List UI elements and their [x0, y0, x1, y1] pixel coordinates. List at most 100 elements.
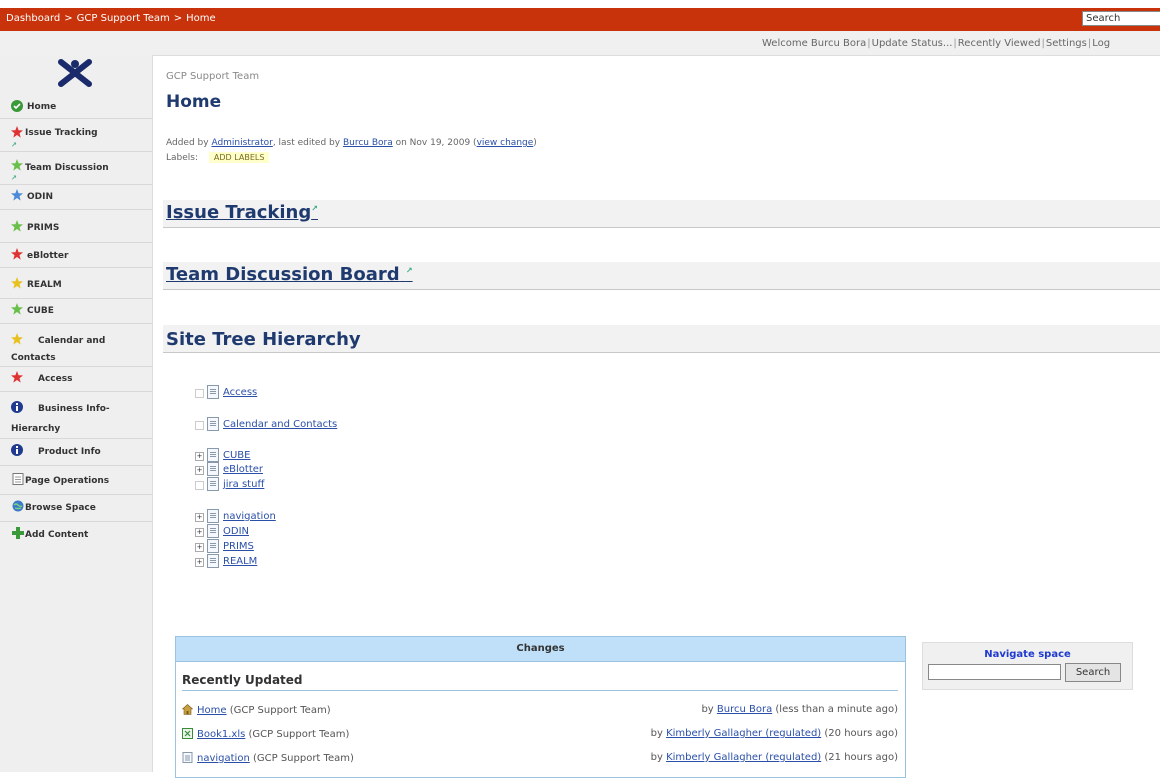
sidebar: Home Issue Tracking ↗ Team Discussion ↗ …	[0, 55, 153, 772]
section-team-discussion: Team Discussion Board ↗	[163, 262, 1160, 290]
sidebar-item-browse-space[interactable]: Browse Space	[0, 495, 152, 522]
sidebar-item-eblotter[interactable]: eBlotter	[0, 243, 152, 268]
editor-link[interactable]: Burcu Bora	[343, 138, 393, 148]
tree-link[interactable]: eBlotter	[223, 464, 263, 475]
change-author-link[interactable]: Kimberly Gallagher (regulated)	[666, 728, 821, 739]
navigate-space-title: Navigate space	[984, 649, 1071, 660]
change-title-link[interactable]: Home	[197, 705, 227, 716]
changes-header: Changes	[176, 637, 905, 662]
navigate-space-input[interactable]	[928, 664, 1061, 680]
navigate-space-search-button[interactable]: Search	[1065, 663, 1121, 682]
page-icon	[207, 417, 219, 431]
external-link-icon: ↗	[11, 174, 17, 182]
sidebar-item-issue-tracking[interactable]: Issue Tracking ↗	[0, 119, 152, 152]
view-change-link[interactable]: view change	[477, 138, 534, 148]
sidebar-item-product-info[interactable]: Product Info	[0, 439, 152, 466]
sidebar-item-calendar-and-contacts[interactable]: Calendar and Contacts	[0, 324, 152, 367]
info-icon	[11, 444, 23, 456]
tree-link[interactable]: navigation	[223, 511, 276, 522]
log-link[interactable]: Log	[1092, 38, 1110, 49]
sidebar-item-realm[interactable]: REALM	[0, 268, 152, 299]
page-icon	[207, 524, 219, 538]
sidebar-item-page-operations[interactable]: Page Operations	[0, 466, 152, 495]
expand-toggle[interactable]: +	[195, 513, 204, 522]
welcome-text: Welcome Burcu Bora	[762, 38, 867, 49]
page-icon	[207, 554, 219, 568]
star-icon	[11, 159, 23, 171]
add-labels-button[interactable]: ADD LABELS	[208, 152, 270, 163]
star-icon	[11, 248, 23, 260]
tree-link[interactable]: PRIMS	[223, 541, 254, 552]
author-link[interactable]: Administrator	[211, 138, 272, 148]
sidebar-item-team-discussion[interactable]: Team Discussion ↗	[0, 152, 152, 185]
sidebar-item-add-content[interactable]: Add Content	[0, 522, 152, 548]
page-meta: Added by Administrator, last edited by B…	[166, 138, 537, 148]
sidebar-item-label: Business Info-	[38, 404, 110, 414]
changes-panel: Changes Recently Updated Home (GCP Suppo…	[175, 636, 906, 778]
section-site-tree: Site Tree Hierarchy	[163, 325, 1160, 353]
page-icon	[207, 509, 219, 523]
sidebar-item-label: Product Info	[38, 447, 101, 457]
sidebar-item-label: Calendar and	[38, 336, 106, 346]
expand-toggle	[195, 389, 204, 398]
expand-toggle[interactable]: +	[195, 452, 204, 461]
sidebar-item-home[interactable]: Home	[0, 96, 152, 119]
change-author-link[interactable]: Kimberly Gallagher (regulated)	[666, 752, 821, 763]
tree-link[interactable]: Calendar and Contacts	[223, 419, 337, 430]
tree-link[interactable]: jira stuff	[223, 479, 264, 490]
top-bar: Dashboard > GCP Support Team > Home Search	[0, 8, 1160, 31]
breadcrumb-space[interactable]: GCP Support Team	[77, 13, 170, 24]
global-search-input[interactable]: Search	[1082, 11, 1160, 26]
sidebar-item-access[interactable]: Access	[0, 367, 152, 392]
list-item: Home (GCP Support Team) by Burcu Bora (l…	[182, 704, 898, 718]
sidebar-item-odin[interactable]: ODIN	[0, 185, 152, 210]
sidebar-item-prims[interactable]: PRIMS	[0, 210, 152, 243]
main-content: GCP Support Team Home Added by Administr…	[153, 55, 1160, 778]
issue-tracking-link[interactable]: Issue Tracking↗	[166, 202, 318, 223]
external-link-icon: ↗	[11, 141, 17, 149]
expand-toggle[interactable]: +	[195, 528, 204, 537]
sidebar-item-label: Team Discussion	[25, 163, 109, 173]
tree-link[interactable]: CUBE	[223, 450, 250, 461]
expand-toggle[interactable]: +	[195, 543, 204, 552]
sidebar-item-business-info-hierarchy[interactable]: Business Info- Hierarchy	[0, 392, 152, 439]
breadcrumb: Dashboard > GCP Support Team > Home	[6, 13, 216, 24]
tree-link[interactable]: REALM	[223, 556, 257, 567]
expand-toggle[interactable]: +	[195, 558, 204, 567]
sidebar-item-label: Home	[27, 102, 57, 112]
home-icon	[182, 704, 193, 715]
sidebar-item-cube[interactable]: CUBE	[0, 299, 152, 324]
sidebar-item-label: PRIMS	[27, 223, 60, 233]
star-icon	[11, 126, 23, 138]
sidebar-item-label: Add Content	[25, 530, 89, 540]
site-tree-heading: Site Tree Hierarchy	[166, 329, 361, 350]
tree-link[interactable]: Access	[223, 387, 257, 398]
page-icon	[207, 477, 219, 491]
change-title-link[interactable]: navigation	[197, 753, 250, 764]
user-bar: Welcome Burcu Bora|Update Status...|Rece…	[0, 31, 1160, 56]
expand-toggle[interactable]: +	[195, 466, 204, 475]
settings-link[interactable]: Settings	[1046, 38, 1087, 49]
star-icon	[11, 220, 23, 232]
change-author-link[interactable]: Burcu Bora	[717, 704, 772, 715]
external-link-icon: ↗	[405, 266, 413, 275]
breadcrumb-current[interactable]: Home	[186, 13, 216, 24]
recently-viewed-link[interactable]: Recently Viewed	[958, 38, 1041, 49]
update-status-link[interactable]: Update Status...	[872, 38, 953, 49]
change-title-link[interactable]: Book1.xls	[197, 729, 245, 740]
star-icon	[11, 189, 23, 201]
labels-row: Labels: ADD LABELS	[166, 152, 270, 163]
breadcrumb-dashboard[interactable]: Dashboard	[6, 13, 60, 24]
star-icon	[11, 303, 23, 315]
external-link-icon: ↗	[311, 204, 318, 213]
page-icon	[207, 448, 219, 462]
team-discussion-link[interactable]: Team Discussion Board ↗	[166, 264, 413, 285]
recently-updated-heading: Recently Updated	[182, 673, 898, 691]
space-title[interactable]: GCP Support Team	[166, 71, 259, 82]
sidebar-item-label: eBlotter	[27, 251, 69, 261]
sidebar-item-label: ODIN	[27, 192, 54, 202]
check-icon	[11, 100, 23, 112]
navigate-space-panel: Navigate space Search	[922, 642, 1133, 690]
info-icon	[11, 401, 23, 413]
tree-link[interactable]: ODIN	[223, 526, 249, 537]
